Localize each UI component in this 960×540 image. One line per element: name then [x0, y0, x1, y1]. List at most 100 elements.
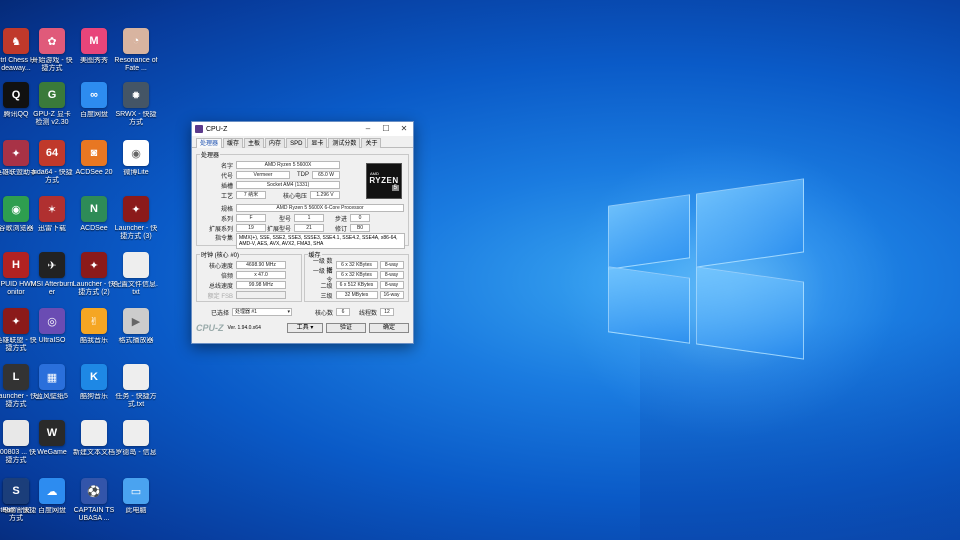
- validate-button[interactable]: 验证: [326, 323, 366, 333]
- desktop-shortcut[interactable]: 罗德岛 - 信息: [114, 420, 158, 457]
- code-value: Vermeer: [236, 171, 290, 179]
- ok-button[interactable]: 确定: [369, 323, 409, 333]
- tab-7[interactable]: 关于: [361, 138, 382, 148]
- aida64-icon: 64: [39, 140, 65, 166]
- voltage-label: 核心电压: [282, 193, 307, 200]
- desktop-shortcut[interactable]: ✦ Launcher - 快捷方式 (3): [114, 196, 158, 241]
- desktop-shortcut[interactable]: M 美图秀秀: [72, 28, 116, 65]
- game-icon: ✦: [3, 140, 29, 166]
- processor-group: 处理器 AMD RYZEN 5 名字 AMD Ryzen 5 5600X 代号 …: [196, 150, 409, 249]
- computer-icon: ▭: [123, 478, 149, 504]
- bus-row: 总线速度 99.98 MHz: [200, 280, 298, 290]
- music-icon: ✌: [81, 308, 107, 334]
- desktop-shortcut[interactable]: ▶ 格式播放器: [114, 308, 158, 345]
- processor-select-value: 处理器 #1: [235, 309, 257, 315]
- l2-row: 二级 6 x 512 KBytes 8-way: [308, 280, 406, 290]
- ultraiso-icon: ◎: [39, 308, 65, 334]
- cpuz-footer: CPU-Z Ver. 1.94.0.x64 工具 ▾ 验证 确定: [192, 321, 413, 335]
- desktop-shortcut[interactable]: ☁ 百度网盘: [30, 478, 74, 515]
- desktop-shortcut[interactable]: ∞ 百度网盘: [72, 82, 116, 119]
- instr-label: 指令集: [214, 236, 233, 242]
- chevron-down-icon: ▾: [287, 309, 290, 315]
- tools-button[interactable]: 工具 ▾: [287, 323, 323, 333]
- desktop-shortcut[interactable]: ✌ 酷我音乐: [72, 308, 116, 345]
- desktop-shortcut-label: 微博Lite: [123, 169, 149, 176]
- game-icon: ✦: [3, 308, 29, 334]
- desktop-shortcut[interactable]: ◎ UltraISO: [30, 308, 74, 345]
- cpuz-window[interactable]: CPU-Z – ☐ ✕ 处理器 缓存 主板 内存 SPD 显卡 测试分数 关于 处理器 AMD…: [191, 121, 414, 344]
- desktop-shortcut[interactable]: ⚽ CAPTAIN TSUBASA ...: [72, 478, 116, 523]
- tab-4[interactable]: SPD: [286, 138, 307, 148]
- desktop-shortcut-label: 配置文件信息.txt: [114, 281, 158, 296]
- file-icon: [81, 420, 107, 446]
- tab-bar: 处理器 缓存 主板 内存 SPD 显卡 测试分数 关于: [192, 136, 413, 148]
- bus-label: 总线速度: [208, 283, 233, 290]
- maximize-icon[interactable]: ☐: [377, 122, 395, 136]
- desktop-shortcut[interactable]: ▦ 蓝风壁纸5: [30, 364, 74, 401]
- tab-0[interactable]: 处理器: [196, 138, 223, 148]
- l1i-row: 一级 指令 6 x 32 KBytes 8-way: [308, 269, 406, 284]
- baidu-icon: ∞: [81, 82, 107, 108]
- desktop-shortcut-label: 百度网盘: [38, 507, 66, 514]
- tab-2[interactable]: 主板: [244, 138, 265, 148]
- close-icon[interactable]: ✕: [395, 122, 413, 136]
- desktop-shortcut[interactable]: K 酷狗音乐: [72, 364, 116, 401]
- name-label: 名字: [220, 163, 233, 170]
- tab-5[interactable]: 显卡: [307, 138, 328, 148]
- desktop-shortcut[interactable]: ✈ MSI Afterburner: [30, 252, 74, 297]
- desktop-shortcut[interactable]: ✶ 迅雷下载: [30, 196, 74, 233]
- desktop-shortcut[interactable]: ▭ 此电脑: [114, 478, 158, 515]
- desktop-shortcut-label: aida64 - 快捷方式: [31, 169, 73, 184]
- tab-1[interactable]: 缓存: [223, 138, 244, 148]
- acdsee-icon: ◙: [81, 140, 107, 166]
- desktop-shortcut[interactable]: ✿ 开始游戏 - 快捷方式: [30, 28, 74, 73]
- desktop-shortcut[interactable]: W WeGame: [30, 420, 74, 457]
- tools-button-label: 工具: [296, 325, 309, 331]
- tab-3[interactable]: 内存: [265, 138, 286, 148]
- file-icon: [123, 364, 149, 390]
- desktop-shortcut[interactable]: ◙ ACDSee 20: [72, 140, 116, 177]
- minimize-icon[interactable]: –: [359, 122, 377, 136]
- desktop-shortcut[interactable]: 64 aida64 - 快捷方式: [30, 140, 74, 185]
- socket-label: 插槽: [220, 183, 233, 190]
- desktop-shortcut[interactable]: 新建文本文档: [72, 420, 116, 457]
- desktop-shortcut-label: GPU-Z 显卡检测 v2.30: [33, 111, 71, 126]
- desktop-shortcut[interactable]: ✦ Launcher - 快捷方式 (2): [72, 252, 116, 297]
- l2-way: 8-way: [379, 281, 404, 289]
- chevron-down-icon: ▾: [310, 325, 314, 331]
- windows-logo-pane: [608, 266, 690, 344]
- processor-legend: 处理器: [201, 153, 220, 159]
- voltage-value: 1.296 V: [310, 191, 340, 199]
- desktop-shortcut[interactable]: 任务 - 快捷方式.txt: [114, 364, 158, 409]
- l2-label: 二级: [320, 283, 333, 290]
- windows-logo-pane: [696, 178, 804, 268]
- desktop-shortcut-label: ACDSee: [80, 225, 108, 232]
- launcher-icon: ✦: [123, 196, 149, 222]
- extmodel-value: 21: [294, 224, 324, 232]
- desktop-shortcut[interactable]: 配置文件信息.txt: [114, 252, 158, 297]
- instr-value: MMX(+), SSE, SSE2, SSE3, SSSE3, SSE4.1, …: [236, 233, 405, 249]
- app-icon: ✶: [39, 196, 65, 222]
- name-value: AMD Ryzen 5 5600X: [236, 161, 340, 169]
- desktop-shortcut-label: ACDSee 20: [75, 169, 113, 176]
- cpuz-brand: CPU-Z: [196, 323, 224, 333]
- spec-label: 规格: [220, 206, 233, 213]
- cache-group: 缓存 一级 数据 6 x 32 KBytes 8-way 一级 指令 6 x 3…: [303, 250, 409, 302]
- stepping-value: 0: [350, 214, 370, 222]
- desktop-shortcut[interactable]: ◔ Resonance of Fate ...: [114, 28, 158, 73]
- processor-select[interactable]: 处理器 #1 ▾: [232, 308, 292, 316]
- desktop-shortcut-label: 蓝风壁纸5: [36, 393, 68, 400]
- revision-value: B0: [350, 224, 370, 232]
- bus-value: 99.98 MHz: [236, 281, 286, 289]
- cpuz-titlebar[interactable]: CPU-Z – ☐ ✕: [192, 122, 413, 136]
- desktop-shortcut[interactable]: N ACDSee: [72, 196, 116, 233]
- windows-logo: [608, 178, 828, 360]
- desktop-shortcut[interactable]: G GPU-Z 显卡检测 v2.30: [30, 82, 74, 127]
- kugou-icon: K: [81, 364, 107, 390]
- hwmonitor-icon: H: [3, 252, 29, 278]
- tab-6[interactable]: 测试分数: [328, 138, 361, 148]
- tech-label: 工艺: [220, 193, 233, 200]
- desktop-shortcut[interactable]: ◉ 微博Lite: [114, 140, 158, 177]
- desktop-shortcut[interactable]: ✹ SRWX - 快捷方式: [114, 82, 158, 127]
- launcher-icon: L: [3, 364, 29, 390]
